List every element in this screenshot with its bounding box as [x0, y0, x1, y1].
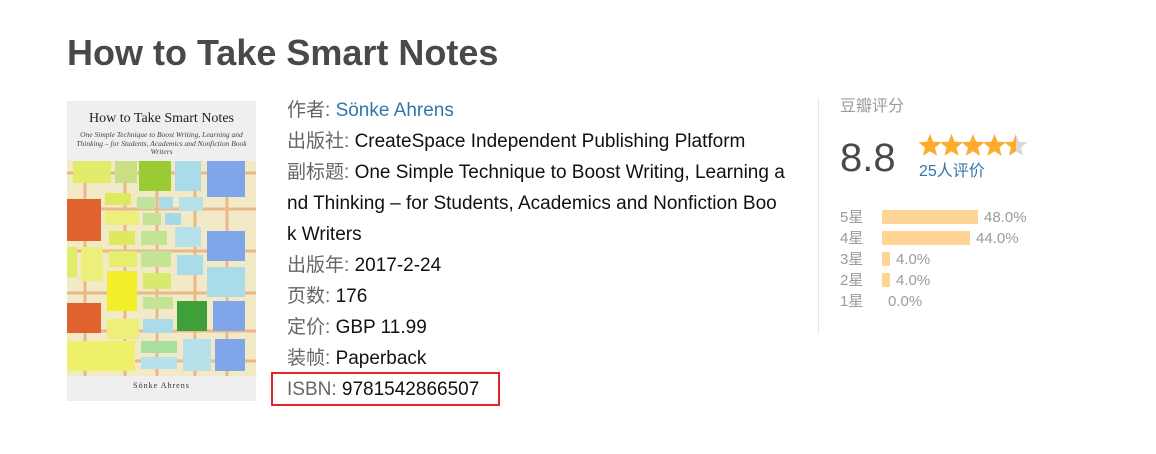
publisher-label: 出版社:: [287, 131, 350, 152]
star-filled-icon: [940, 134, 963, 156]
star-level-label: 1星: [840, 293, 864, 310]
rating-distribution: 5星 48.0% 4星 44.0% 3星 4.0% 2星 4.0% 1星 0.0%: [840, 207, 1040, 312]
rating-distribution-row: 1星 0.0%: [840, 291, 1040, 312]
rating-bar: [882, 273, 890, 287]
isbn-value: 9781542866507: [341, 379, 480, 400]
publisher-row: 出版社: CreateSpace Independent Publishing …: [287, 126, 787, 157]
rating-bar: [882, 252, 890, 266]
author-row: 作者: Sönke Ahrens: [287, 95, 787, 126]
price-value: GBP 11.99: [335, 317, 427, 338]
rating-percent: 44.0%: [976, 230, 1019, 247]
pages-label: 页数:: [287, 286, 331, 307]
rating-stars: [918, 134, 1028, 156]
star-filled-icon: [961, 134, 985, 156]
cover-title: How to Take Smart Notes: [89, 111, 234, 126]
star-filled-icon: [918, 134, 942, 156]
pubdate-row: 出版年: 2017-2-24: [287, 250, 787, 281]
subtitle-value: One Simple Technique to Boost Writing, L…: [287, 162, 785, 245]
cover-artwork: [67, 161, 256, 376]
rating-percent: 0.0%: [888, 293, 923, 310]
book-title: How to Take Smart Notes: [67, 32, 499, 73]
book-cover-image[interactable]: How to Take Smart Notes One Simple Techn…: [67, 101, 256, 401]
cover-author: Sönke Ahrens: [133, 381, 190, 390]
publisher-value: CreateSpace Independent Publishing Platf…: [354, 131, 746, 152]
rating-percent: 4.0%: [896, 251, 931, 268]
rating-bar: [882, 231, 970, 245]
cover-subtitle: One Simple Technique to Boost Writing, L…: [76, 130, 247, 156]
isbn-label: ISBN:: [287, 379, 337, 400]
star-level-label: 3星: [840, 251, 864, 268]
star-level-label: 5星: [840, 209, 864, 226]
section-divider: [818, 98, 819, 334]
star-filled-icon: [983, 134, 1006, 156]
book-info: 作者: Sönke Ahrens 出版社: CreateSpace Indepe…: [287, 95, 787, 405]
isbn-row: ISBN: 9781542866507: [287, 374, 787, 405]
rating-score: 8.8: [840, 136, 896, 180]
rating-distribution-row: 5星 48.0%: [840, 207, 1040, 228]
pages-row: 页数: 176: [287, 281, 787, 312]
price-row: 定价: GBP 11.99: [287, 312, 787, 343]
rating-votes-link[interactable]: 25人评价: [919, 162, 985, 182]
rating-distribution-row: 4星 44.0%: [840, 228, 1040, 249]
rating-distribution-row: 2星 4.0%: [840, 270, 1040, 291]
author-link[interactable]: Sönke Ahrens: [336, 100, 454, 121]
subtitle-row: 副标题: One Simple Technique to Boost Writi…: [287, 157, 785, 250]
pubdate-label: 出版年:: [287, 255, 350, 276]
star-level-label: 2星: [840, 272, 864, 289]
rating-heading: 豆瓣评分: [840, 98, 905, 115]
subtitle-label: 副标题:: [287, 162, 350, 183]
rating-percent: 48.0%: [984, 209, 1027, 226]
binding-row: 装帧: Paperback: [287, 343, 787, 374]
author-label: 作者:: [287, 100, 331, 121]
binding-label: 装帧:: [287, 348, 331, 369]
rating-percent: 4.0%: [896, 272, 931, 289]
rating-bar: [882, 210, 978, 224]
rating-distribution-row: 3星 4.0%: [840, 249, 1040, 270]
pubdate-value: 2017-2-24: [354, 255, 442, 276]
star-level-label: 4星: [840, 230, 864, 247]
price-label: 定价:: [287, 317, 331, 338]
binding-value: Paperback: [335, 348, 427, 369]
pages-value: 176: [335, 286, 368, 307]
